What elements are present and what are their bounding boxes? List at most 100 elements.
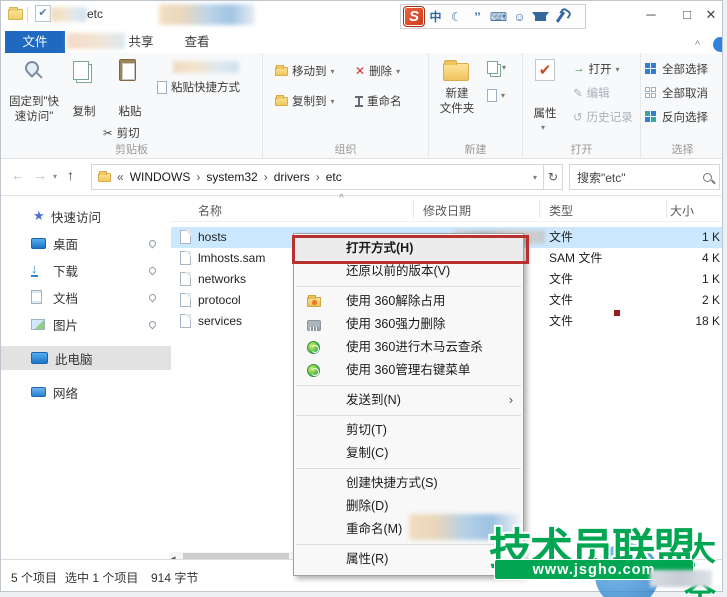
column-header-date[interactable]: 修改日期 <box>423 202 471 219</box>
menu-item-360-manage-menu[interactable]: 使用 360管理右键菜单 <box>294 359 523 382</box>
file-name: hosts <box>198 230 227 244</box>
copy-to-button[interactable]: 复制到 ▾ <box>275 93 335 109</box>
menu-item-create-shortcut[interactable]: 创建快捷方式(S) <box>294 472 523 495</box>
column-header-type[interactable]: 类型 <box>549 202 573 219</box>
sidebar-item-desktop[interactable]: 桌面 <box>1 231 171 255</box>
menu-item-send-to[interactable]: 发送到(N) › <box>294 389 523 412</box>
recent-locations-icon[interactable]: ▾ <box>53 172 57 181</box>
pin-icon <box>22 58 42 78</box>
360-security-icon <box>307 364 320 377</box>
sidebar-item-quick-access[interactable]: ★ 快速访问 <box>1 204 171 228</box>
punctuation-icon[interactable]: ’’ <box>467 10 488 24</box>
sogou-logo-icon[interactable]: S <box>403 6 425 27</box>
new-folder-label-1: 新建 <box>445 88 469 100</box>
search-query: 搜索"etc" <box>577 170 626 185</box>
rename-button[interactable]: 重命名 <box>355 93 402 109</box>
select-all-button[interactable]: 全部选择 <box>645 61 708 77</box>
tab-file[interactable]: 文件 <box>5 31 65 53</box>
window-title: etc <box>87 7 104 21</box>
breadcrumb-system32[interactable]: system32 <box>206 170 257 184</box>
column-divider[interactable] <box>666 200 667 218</box>
new-item-icon <box>487 61 498 74</box>
file-size: 18 K <box>695 314 720 328</box>
caret-icon: ▾ <box>330 66 335 76</box>
pin-icon <box>147 238 158 248</box>
cut-button[interactable]: ✂ 剪切 <box>103 125 140 141</box>
new-folder-button[interactable]: 新建 文件夹 <box>431 87 483 117</box>
menu-separator <box>296 385 521 386</box>
back-button[interactable]: ← <box>11 167 25 183</box>
copy-button[interactable]: 复制 <box>63 105 105 120</box>
caret-icon: ▾ <box>541 123 546 132</box>
menu-item-copy[interactable]: 复制(C) <box>294 442 523 465</box>
ime-toolbar[interactable]: S 中 ☾ ’’ ⌨ ☺ <box>400 4 586 29</box>
menu-separator <box>296 415 521 416</box>
menu-item-360-trojan-scan[interactable]: 使用 360进行木马云查杀 <box>294 336 523 359</box>
copy-to-label: 复制到 <box>292 96 327 108</box>
pin-icon <box>147 292 158 302</box>
new-item-button[interactable]: ▾ <box>487 61 506 74</box>
column-divider[interactable] <box>413 200 414 218</box>
moon-icon[interactable]: ☾ <box>446 10 467 24</box>
menu-item-cut[interactable]: 剪切(T) <box>294 419 523 442</box>
file-size: 1 K <box>701 272 720 286</box>
select-all-icon <box>645 62 658 76</box>
refresh-button[interactable]: ↻ <box>544 164 563 190</box>
paste-icon <box>119 59 136 81</box>
column-header-name[interactable]: 名称 <box>198 202 222 219</box>
collapse-ribbon-icon[interactable]: ^ <box>695 39 700 51</box>
pictures-label: 图片 <box>53 318 79 333</box>
breadcrumb-windows[interactable]: WINDOWS <box>130 170 191 184</box>
ime-mode-icon[interactable]: 中 <box>425 8 446 25</box>
cut-label: 剪切 <box>116 128 140 140</box>
properties-button[interactable]: 属性 <box>525 107 565 122</box>
rename-label: 重命名 <box>367 96 402 108</box>
chevron-right-icon[interactable]: › <box>264 170 268 184</box>
folder-icon <box>98 170 111 182</box>
move-to-button[interactable]: 移动到 ▾ <box>275 63 335 79</box>
address-bar[interactable]: « WINDOWS › system32 › drivers › etc ▾ <box>91 164 544 190</box>
chevron-right-icon[interactable]: › <box>316 170 320 184</box>
forward-button[interactable]: → <box>33 167 47 183</box>
select-none-button[interactable]: 全部取消 <box>645 85 708 101</box>
column-header-size[interactable]: 大小 <box>670 202 694 219</box>
column-divider[interactable] <box>539 200 540 218</box>
toolbox-icon[interactable] <box>555 10 566 23</box>
up-button[interactable]: ↑ <box>67 167 74 183</box>
close-button[interactable]: ✕ <box>698 1 722 29</box>
delete-button[interactable]: ✕ 删除 ▾ <box>355 63 400 79</box>
easy-access-button[interactable]: ▾ <box>487 89 505 102</box>
search-input[interactable]: 搜索"etc" <box>569 164 720 190</box>
file-name: networks <box>198 272 247 286</box>
address-dropdown-icon[interactable]: ▾ <box>533 173 537 182</box>
chevron-right-icon[interactable]: › <box>196 170 200 184</box>
minimize-button[interactable]: ─ <box>635 1 667 29</box>
sidebar-item-pictures[interactable]: 图片 <box>1 312 171 336</box>
search-icon[interactable] <box>703 172 712 182</box>
open-button[interactable]: → 打开 ▾ <box>573 61 620 77</box>
properties-quick-icon[interactable]: ✔ <box>35 5 51 22</box>
breadcrumb-drivers[interactable]: drivers <box>274 170 310 184</box>
breadcrumb-etc[interactable]: etc <box>326 170 342 184</box>
menu-item-360-unlock[interactable]: 使用 360解除占用 <box>294 290 523 313</box>
paste-button[interactable]: 粘贴 <box>109 105 151 120</box>
file-type: SAM 文件 <box>549 251 603 265</box>
history-label: 历史记录 <box>586 112 633 124</box>
sidebar-item-network[interactable]: 网络 <box>1 380 171 404</box>
edit-button[interactable]: ✎ 编辑 <box>573 85 610 101</box>
paste-shortcut-button[interactable]: 粘贴快捷方式 <box>157 79 240 95</box>
this-pc-icon <box>31 352 48 364</box>
person-icon[interactable]: ☺ <box>509 10 530 24</box>
help-icon[interactable] <box>713 37 722 52</box>
pin-to-quick-access-button[interactable]: 固定到"快速访问" <box>5 95 63 125</box>
sidebar-item-downloads[interactable]: ↓ 下载 <box>1 258 171 282</box>
tab-view[interactable]: 查看 <box>169 31 225 53</box>
history-button[interactable]: ↺ 历史记录 <box>573 109 633 125</box>
sidebar-item-this-pc[interactable]: 此电脑 <box>1 346 171 370</box>
menu-item-360-force-delete[interactable]: 使用 360强力删除 <box>294 313 523 336</box>
sidebar-item-documents[interactable]: 文档 <box>1 285 171 309</box>
keyboard-icon[interactable]: ⌨ <box>488 10 509 24</box>
skin-icon[interactable] <box>532 12 549 21</box>
invert-selection-button[interactable]: 反向选择 <box>645 109 708 125</box>
folder-unlock-icon <box>307 295 321 307</box>
